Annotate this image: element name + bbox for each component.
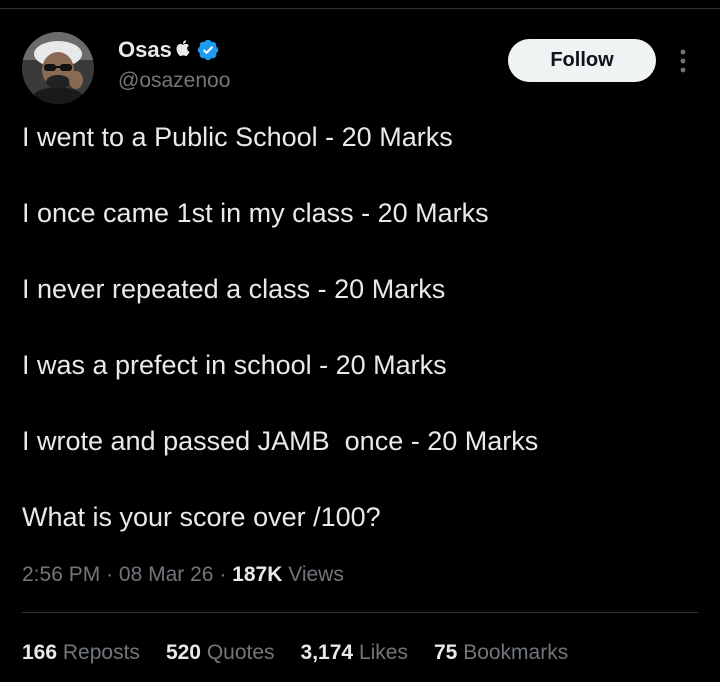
likes-stat[interactable]: 3,174 Likes — [301, 639, 408, 667]
tweet-text-line: I once came 1st in my class - 20 Marks — [22, 198, 489, 228]
stats-divider — [22, 612, 698, 613]
follow-button[interactable]: Follow — [508, 39, 656, 82]
apple-icon — [176, 38, 190, 62]
engagement-stats: 166 Reposts 520 Quotes 3,174 Likes 75 Bo… — [22, 639, 594, 667]
reposts-count: 166 — [22, 641, 58, 664]
more-vertical-icon — [680, 49, 686, 73]
reposts-label: Reposts — [62, 641, 140, 664]
quotes-count: 520 — [165, 641, 201, 664]
views-label: Views — [288, 563, 344, 586]
tweet-date[interactable]: 08 Mar 26 — [119, 563, 214, 586]
bookmarks-stat[interactable]: 75 Bookmarks — [434, 639, 568, 667]
author-display-name[interactable]: Osas — [118, 38, 172, 62]
tweet-text-line: I went to a Public School - 20 Marks — [22, 122, 453, 152]
avatar-image — [22, 32, 94, 104]
tweet-text-line: What is your score over /100? — [22, 502, 381, 532]
tweet-text-line: I never repeated a class - 20 Marks — [22, 274, 446, 304]
bookmarks-count: 75 — [433, 641, 458, 664]
top-divider — [0, 8, 720, 9]
likes-count: 3,174 — [300, 641, 354, 664]
meta-separator: · — [219, 563, 227, 586]
author-name-row[interactable]: Osas — [118, 38, 220, 62]
verified-badge-icon — [196, 38, 220, 62]
meta-separator: · — [106, 563, 114, 586]
more-options-button[interactable] — [672, 44, 694, 78]
bookmarks-label: Bookmarks — [463, 641, 569, 664]
avatar[interactable] — [22, 32, 94, 104]
views-count: 187K — [232, 563, 283, 586]
author-handle[interactable]: @osazenoo — [118, 69, 230, 93]
tweet-meta: 2:56 PM · 08 Mar 26 · 187K Views — [22, 561, 344, 589]
tweet-text-line: I wrote and passed JAMB once - 20 Marks — [22, 426, 539, 456]
reposts-stat[interactable]: 166 Reposts — [22, 639, 140, 667]
tweet-text-line: I was a prefect in school - 20 Marks — [22, 350, 447, 380]
quotes-label: Quotes — [206, 641, 275, 664]
quotes-stat[interactable]: 520 Quotes — [166, 639, 275, 667]
tweet-card: Osas @osazenoo Follow I went to a Public… — [0, 0, 720, 682]
tweet-time[interactable]: 2:56 PM — [22, 563, 100, 586]
likes-label: Likes — [358, 641, 408, 664]
